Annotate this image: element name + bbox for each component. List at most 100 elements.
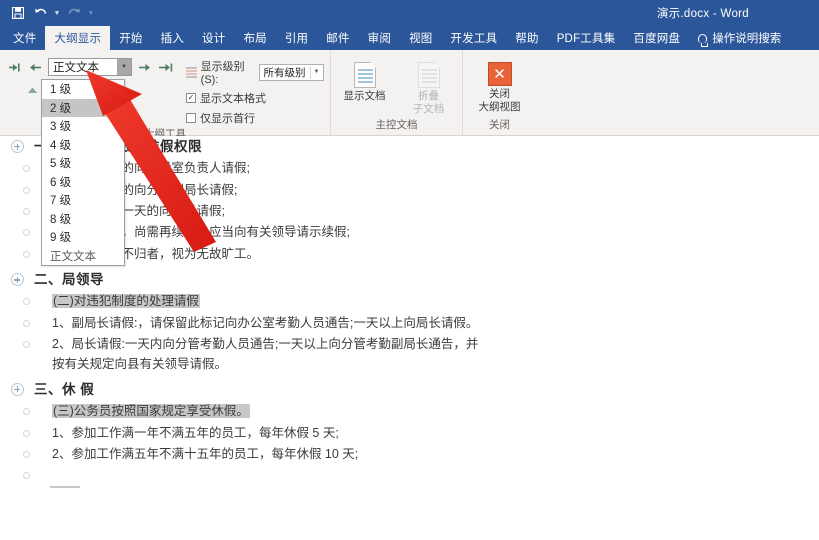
- tab-home[interactable]: 开始: [110, 26, 151, 50]
- undo-icon[interactable]: [30, 3, 50, 23]
- outline-level-value: 正文文本: [53, 62, 99, 74]
- dot-circle-icon[interactable]: [22, 341, 30, 349]
- dropdown-item-level-8[interactable]: 8 级: [42, 210, 124, 229]
- dropdown-item-level-7[interactable]: 7 级: [42, 191, 124, 210]
- outline-body-text-highlighted[interactable]: (二)对违犯制度的处理请假: [52, 294, 200, 309]
- close-outline-view-button[interactable]: ✕ 关闭 大纲视图: [471, 59, 529, 114]
- dot-circle-icon[interactable]: [22, 408, 30, 416]
- dropdown-item-level-3[interactable]: 3 级: [42, 117, 124, 136]
- outline-body-marker[interactable]: [0, 335, 52, 349]
- save-icon[interactable]: [8, 3, 28, 23]
- outline-level-dropdown-list[interactable]: 1 级 2 级 3 级 4 级 5 级 6 级 7 级 8 级 9 级 正文文本: [41, 79, 125, 266]
- show-first-line-only-checkbox[interactable]: [186, 113, 196, 123]
- dot-circle-icon[interactable]: [22, 229, 30, 237]
- collapse-subdocuments-label-line2: 子文档: [412, 103, 445, 116]
- outline-row-body-11[interactable]: 2、参加工作满五年不满十五年的员工，每年休假 10 天;: [0, 444, 819, 465]
- dot-circle-icon[interactable]: [22, 472, 30, 480]
- outline-body-text[interactable]: 1、参加工作满一年不满五年的员工，每年休假 5 天;: [52, 426, 339, 440]
- subdocument-icon: [417, 62, 440, 88]
- move-up-icon[interactable]: [24, 82, 41, 98]
- dot-circle-icon[interactable]: [22, 298, 30, 306]
- show-level-value: 所有级别: [263, 66, 306, 79]
- outline-row-heading-3[interactable]: 三、休 假: [0, 379, 819, 401]
- promote-icon[interactable]: [27, 59, 44, 75]
- tab-developer[interactable]: 开发工具: [441, 26, 506, 50]
- undo-dropdown-icon[interactable]: ▼: [52, 3, 62, 23]
- tab-baidu-netdisk[interactable]: 百度网盘: [624, 26, 689, 50]
- promote-to-heading1-icon[interactable]: [6, 59, 23, 75]
- group-label-master-document: 主控文档: [375, 119, 418, 131]
- tab-pdf-toolkit[interactable]: PDF工具集: [548, 26, 625, 50]
- dropdown-item-level-6[interactable]: 6 级: [42, 173, 124, 192]
- close-outline-view-label-line2: 大纲视图: [478, 101, 521, 114]
- tab-layout[interactable]: 布局: [234, 26, 275, 50]
- dot-circle-icon[interactable]: [22, 165, 30, 173]
- outline-row-heading-2[interactable]: 二、局领导: [0, 269, 819, 291]
- customize-qat-icon[interactable]: ▼: [86, 3, 96, 23]
- outline-body-marker[interactable]: [0, 402, 52, 416]
- plus-circle-icon[interactable]: [10, 140, 24, 153]
- dot-circle-icon[interactable]: [22, 250, 30, 258]
- demote-icon[interactable]: [136, 59, 153, 75]
- tab-insert[interactable]: 插入: [152, 26, 193, 50]
- dot-circle-icon[interactable]: [22, 208, 30, 215]
- outline-expand-marker[interactable]: [0, 270, 34, 287]
- outline-expand-marker[interactable]: [0, 380, 34, 396]
- end-of-document-rule: [50, 486, 80, 488]
- outline-row-body-7[interactable]: 1、副局长请假:，请保留此标记向办公室考勤人员通告;一天以上向局长请假。: [0, 313, 819, 334]
- outline-heading-text[interactable]: 三、休 假: [34, 380, 94, 400]
- outline-row-body-9[interactable]: (三)公务员按照国家规定享受休假。: [0, 401, 819, 422]
- quick-access-toolbar: ▼ ▼: [8, 3, 96, 23]
- outline-heading-text[interactable]: 二、局领导: [34, 270, 104, 290]
- dropdown-item-body-text[interactable]: 正文文本: [42, 247, 124, 266]
- tab-design[interactable]: 设计: [193, 26, 234, 50]
- outline-row-body-6[interactable]: (二)对违犯制度的处理请假: [0, 291, 819, 312]
- chevron-down-icon-2[interactable]: ▼: [310, 65, 322, 79]
- tab-mailings[interactable]: 邮件: [317, 26, 358, 50]
- outline-body-text[interactable]: 1、副局长请假:，请保留此标记向办公室考勤人员通告;一天以上向局长请假。: [52, 316, 478, 330]
- outline-body-marker[interactable]: [0, 314, 52, 327]
- outline-body-text[interactable]: 2、参加工作满五年不满十五年的员工，每年休假 10 天;: [52, 447, 358, 461]
- tab-view[interactable]: 视图: [400, 26, 441, 50]
- tab-file[interactable]: 文件: [4, 26, 45, 50]
- dot-circle-icon[interactable]: [22, 429, 30, 437]
- outline-level-select[interactable]: 正文文本 ▼: [48, 58, 132, 76]
- outline-row-body-8[interactable]: 2、局长请假:一天内向分管考勤人员通告;一天以上向分管考勤副局长通告，并按有关规…: [0, 334, 819, 375]
- outline-body-marker[interactable]: [0, 424, 52, 437]
- show-level-select[interactable]: 所有级别 ▼: [259, 63, 324, 81]
- chevron-down-icon[interactable]: ▼: [117, 59, 131, 75]
- close-icon: ✕: [487, 62, 512, 86]
- show-text-formatting-checkbox[interactable]: ✓: [186, 93, 196, 103]
- show-first-line-only-row[interactable]: 仅显示首行: [186, 110, 324, 126]
- lightbulb-icon: [698, 33, 709, 47]
- outline-body-text[interactable]: 2、局长请假:一天内向分管考勤人员通告;一天以上向分管考勤副局长通告，并按有关规…: [52, 337, 478, 370]
- show-text-formatting-row[interactable]: ✓ 显示文本格式: [186, 90, 324, 106]
- plus-circle-icon[interactable]: [10, 382, 24, 396]
- dropdown-item-level-4[interactable]: 4 级: [42, 136, 124, 155]
- dot-circle-icon[interactable]: [22, 186, 30, 194]
- tab-outline-view[interactable]: 大纲显示: [45, 26, 111, 50]
- outline-row-body-empty[interactable]: [0, 465, 819, 480]
- outline-body-marker[interactable]: [0, 445, 52, 458]
- outline-body-text-highlighted[interactable]: (三)公务员按照国家规定享受休假。: [52, 404, 250, 419]
- dropdown-item-level-9[interactable]: 9 级: [42, 228, 124, 247]
- outline-expand-marker[interactable]: [0, 137, 34, 153]
- tab-help[interactable]: 帮助: [506, 26, 547, 50]
- plus-circle-icon[interactable]: [10, 273, 24, 287]
- show-text-formatting-label: 显示文本格式: [200, 93, 266, 105]
- dot-circle-icon[interactable]: [22, 450, 30, 458]
- dropdown-item-level-2[interactable]: 2 级: [42, 98, 124, 117]
- dropdown-item-level-1[interactable]: 1 级: [42, 80, 124, 99]
- dropdown-item-level-5[interactable]: 5 级: [42, 154, 124, 173]
- demote-to-body-icon[interactable]: [157, 59, 174, 75]
- outline-row-body-10[interactable]: 1、参加工作满一年不满五年的员工，每年休假 5 天;: [0, 423, 819, 444]
- dot-circle-icon[interactable]: [22, 319, 30, 327]
- show-document-button[interactable]: 显示文档: [336, 59, 394, 103]
- outline-body-marker[interactable]: [0, 292, 52, 306]
- tab-references[interactable]: 引用: [276, 26, 317, 50]
- collapse-subdocuments-label-line1: 折叠: [418, 90, 439, 102]
- title-bar: ▼ ▼ 演示.docx - Word: [0, 0, 819, 26]
- outline-body-marker[interactable]: [0, 466, 52, 480]
- tell-me-search[interactable]: 操作说明搜索: [689, 26, 790, 50]
- tab-review[interactable]: 审阅: [359, 26, 400, 50]
